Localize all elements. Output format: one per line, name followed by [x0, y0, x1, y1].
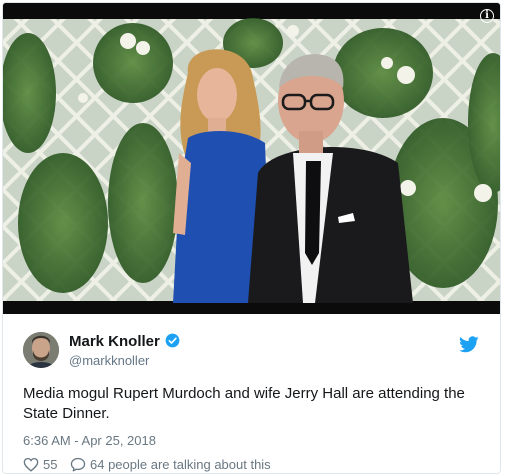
avatar[interactable] — [23, 332, 59, 368]
avatar-image — [23, 332, 59, 368]
tweet-text: Media mogul Rupert Murdoch and wife Jerr… — [23, 385, 465, 422]
embedded-tweet-card: i Mark Knoller @markknoller Media mogul … — [2, 2, 501, 474]
photo-scene — [3, 3, 500, 314]
author-handle[interactable]: @markknoller — [69, 353, 149, 368]
twitter-bird-icon[interactable] — [459, 336, 479, 353]
tweet-timestamp[interactable]: 6:36 AM - Apr 25, 2018 — [23, 433, 156, 448]
tweet-photo[interactable]: i — [3, 3, 500, 314]
tweet-author: Mark Knoller @markknoller — [23, 331, 483, 371]
author-name[interactable]: Mark Knoller — [69, 333, 180, 350]
heart-icon — [23, 457, 39, 472]
like-count: 55 — [43, 457, 58, 472]
speech-bubble-icon — [70, 457, 86, 472]
talking-about-text: 64 people are talking about this — [90, 457, 271, 472]
verified-badge-icon — [165, 333, 180, 348]
conversation-link[interactable]: 64 people are talking about this — [70, 457, 271, 472]
info-icon[interactable]: i — [480, 9, 494, 23]
author-name-text[interactable]: Mark Knoller — [69, 333, 160, 350]
like-button[interactable]: 55 — [23, 457, 57, 472]
